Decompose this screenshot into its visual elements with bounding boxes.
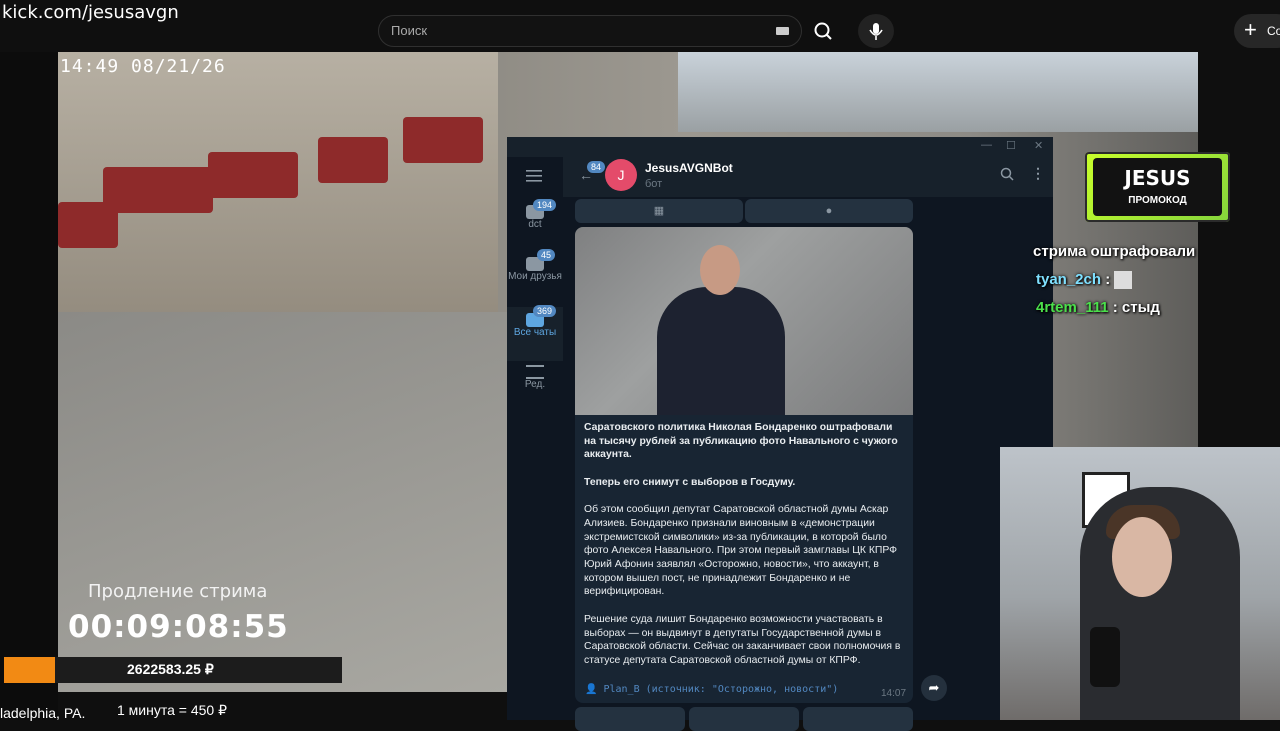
message-time: 14:07 xyxy=(881,688,907,699)
minimize-icon[interactable]: — xyxy=(981,139,992,151)
chat-separator: : xyxy=(1101,271,1111,288)
photo-person xyxy=(657,287,785,415)
folder-label: Ред. xyxy=(524,379,546,390)
microphone-icon xyxy=(869,23,883,40)
webcam-feed xyxy=(1000,447,1280,720)
user-icon: ● xyxy=(825,205,833,217)
extension-label: Продление стрима xyxy=(88,581,268,602)
folder-badge: 369 xyxy=(533,305,557,317)
create-label: Со xyxy=(1267,24,1280,38)
microphone xyxy=(1090,627,1120,687)
inline-button-calendar[interactable]: ▦ xyxy=(575,199,743,223)
search-icon xyxy=(814,22,832,40)
awning xyxy=(103,167,213,213)
message-bubble[interactable]: Саратовского политика Николая Бондаренко… xyxy=(575,227,913,703)
chat-text: : стыд xyxy=(1108,299,1160,316)
message-subheadline: Теперь его снимут с выборов в Госдуму. xyxy=(584,476,796,488)
search-button[interactable] xyxy=(802,15,844,47)
chat-username: tyan_2ch xyxy=(1036,271,1102,288)
folder-rail: 194 dct 45 Мои друзья 369 Все чаты Ред. xyxy=(507,157,563,720)
promo-logo: JESUS ПРОМОКОД xyxy=(1093,158,1222,216)
maximize-icon[interactable]: ☐ xyxy=(1006,139,1016,152)
emote-icon xyxy=(1114,271,1133,290)
awning xyxy=(403,117,483,163)
inline-button[interactable] xyxy=(803,707,913,731)
camera-timestamp: 14:49 08/21/26 xyxy=(60,56,226,77)
folder-all-chats[interactable]: 369 Все чаты xyxy=(507,305,563,361)
bot-avatar[interactable]: J xyxy=(605,159,637,191)
donation-total: 2622583.25 ₽ xyxy=(127,661,214,677)
forward-icon: ➦ xyxy=(928,680,940,695)
folder-dct[interactable]: 194 dct xyxy=(507,199,563,230)
folder-label: Все чаты xyxy=(513,327,557,338)
calendar-icon: ▦ xyxy=(653,205,665,217)
create-button[interactable]: + Со xyxy=(1234,14,1280,48)
hamburger-icon xyxy=(526,170,542,182)
search-placeholder: Поиск xyxy=(391,23,428,38)
close-icon[interactable]: ✕ xyxy=(1034,139,1043,152)
video-street-background xyxy=(678,52,1198,132)
stream-url: kick.com/jesusavgn xyxy=(2,2,179,23)
photo-face xyxy=(700,245,740,295)
voice-search-button[interactable] xyxy=(858,14,894,48)
streamer-face xyxy=(1112,517,1172,597)
more-options-icon[interactable]: ⋮ xyxy=(1031,165,1045,182)
rate-text: 1 минута = 450 ₽ xyxy=(117,702,228,718)
promo-banner: JESUS ПРОМОКОД xyxy=(1085,152,1230,222)
folder-badge: 45 xyxy=(537,249,556,261)
message-headline: Саратовского политика Николая Бондаренко… xyxy=(584,422,898,461)
chat-message: tyan_2ch : xyxy=(1036,271,1133,290)
folder-label: dct xyxy=(528,219,542,230)
forward-button[interactable]: ➦ xyxy=(921,675,947,701)
message-signature[interactable]: 👤 Plan_B (источник: "Осторожно, новости"… xyxy=(585,684,838,695)
message-paragraph: Об этом сообщил депутат Саратовской обла… xyxy=(584,504,898,598)
message-paragraph: Решение суда лишит Бондаренко возможност… xyxy=(584,613,901,666)
search-icon[interactable] xyxy=(1000,167,1014,186)
folder-label: Мои друзья xyxy=(508,271,562,282)
chat-message: стрима оштрафовали xyxy=(1033,243,1196,260)
search-input[interactable]: Поиск xyxy=(378,15,802,47)
chat-username: 4rtem_111 xyxy=(1036,299,1109,316)
chat-name[interactable]: JesusAVGNBot xyxy=(645,161,733,175)
inline-button-user[interactable]: ● xyxy=(745,199,913,223)
folder-edit[interactable]: Ред. xyxy=(507,365,563,390)
inline-button[interactable] xyxy=(575,707,685,731)
chat-message: 4rtem_111 : стыд xyxy=(1036,299,1160,316)
awning xyxy=(208,152,298,198)
menu-button[interactable] xyxy=(507,169,563,186)
message-text: Саратовского политика Николая Бондаренко… xyxy=(584,421,906,681)
chat-status: бот xyxy=(645,178,663,190)
sliders-icon xyxy=(526,365,544,379)
donation-progress-fill xyxy=(4,657,55,683)
left-black-strip xyxy=(0,52,58,720)
telegram-window: — ☐ ✕ 194 dct 45 Мои друзья 369 Все чаты… xyxy=(507,137,1053,731)
plus-icon: + xyxy=(1244,17,1257,42)
awning xyxy=(318,137,388,183)
back-badge: 84 xyxy=(587,161,606,173)
inline-button[interactable] xyxy=(689,707,799,731)
window-titlebar: — ☐ ✕ xyxy=(507,137,1053,157)
promo-name: JESUS xyxy=(1124,166,1191,190)
folder-badge: 194 xyxy=(533,199,557,211)
keyboard-icon[interactable] xyxy=(776,27,789,35)
location-text: ladelphia, PA. xyxy=(0,705,86,721)
message-photo[interactable] xyxy=(575,227,913,415)
folder-my-friends[interactable]: 45 Мои друзья xyxy=(507,249,563,282)
video-building xyxy=(58,52,498,352)
extension-timer: 00:09:08:55 xyxy=(68,609,289,645)
promo-sub: ПРОМОКОД xyxy=(1128,195,1187,206)
